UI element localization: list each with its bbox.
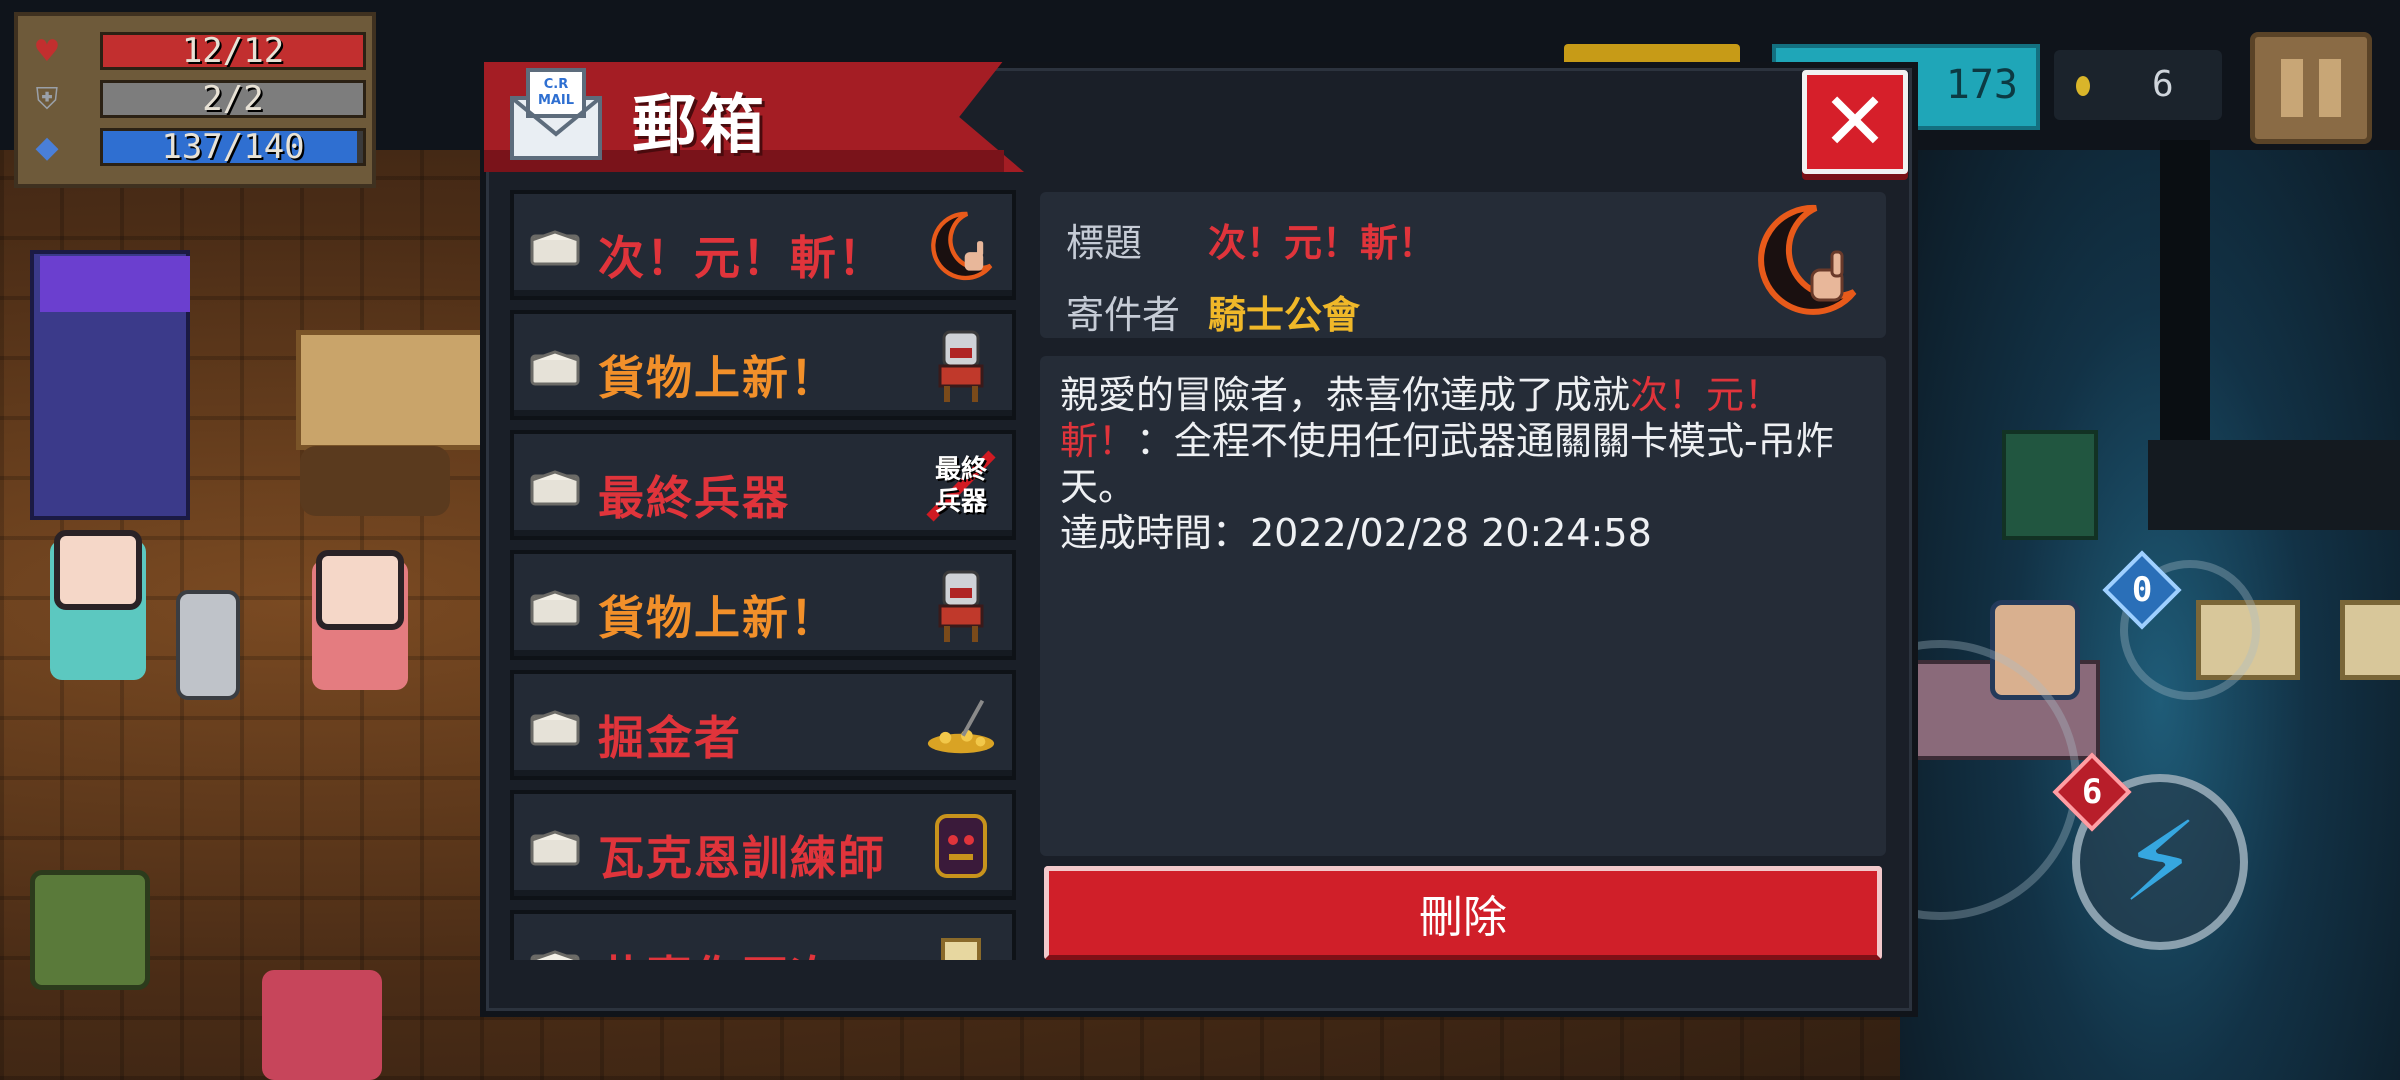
body-text-prefix: 親愛的冒險者，恭喜你達成了成就 — [1060, 373, 1631, 417]
subject-label: 標題 — [1066, 221, 1143, 265]
vending-sign — [40, 256, 190, 312]
energy-text: 137/140 — [161, 127, 305, 167]
pause-icon — [2281, 59, 2303, 117]
pause-icon-bar — [2319, 59, 2341, 117]
mail-list-item[interactable]: 恭喜你再次 — [510, 910, 1016, 960]
coin-icon — [2076, 76, 2090, 96]
envelope-icon — [530, 230, 580, 266]
scroll-icon — [924, 928, 998, 960]
pillar — [2160, 140, 2210, 440]
mail-item-label: 最終兵器 — [598, 471, 790, 525]
mail-list-item[interactable]: 最終兵器 最終兵器 — [510, 430, 1016, 540]
health-text: 12/12 — [181, 31, 285, 71]
envelope-icon — [530, 950, 580, 960]
body-text-suffix: ：全程不使用任何武器通關關卡模式-吊炸天。 — [1060, 419, 1834, 509]
mail-item-label: 貨物上新！ — [598, 351, 838, 405]
envelope-icon — [530, 830, 580, 866]
mail-item-label: 掘金者 — [598, 711, 742, 765]
envelope-icon — [530, 350, 580, 386]
npc-elder — [30, 870, 150, 990]
merchant-icon — [924, 568, 998, 644]
envelope-icon — [530, 710, 580, 746]
mail-item-label: 貨物上新！ — [598, 591, 838, 645]
mail-list-item[interactable]: 瓦克恩訓練師 — [510, 790, 1016, 900]
teal-cabinet — [2002, 430, 2098, 540]
mail-icon: C.R MAIL — [510, 68, 602, 160]
map-table — [296, 330, 486, 450]
mailbox-title: 郵箱 — [632, 89, 768, 163]
coin-count: 6 — [2152, 64, 2174, 105]
pause-button[interactable] — [2250, 32, 2372, 144]
crescent-blade-icon — [924, 208, 998, 284]
lightning-icon: ⚡ — [2121, 798, 2199, 926]
health-bar: 12/12 — [100, 31, 366, 71]
mail-item-label: 瓦克恩訓練師 — [598, 831, 886, 885]
coin-counter: 6 — [2054, 50, 2222, 120]
envelope-icon — [530, 590, 580, 626]
delete-button[interactable]: 刪除 — [1044, 866, 1882, 960]
barrels — [300, 446, 450, 516]
heart-icon: ♥ — [33, 33, 61, 69]
armor-text: 2/2 — [202, 79, 264, 119]
energy-diamond-icon: ◆ — [35, 129, 59, 165]
mail-list-item[interactable]: 貨物上新！ — [510, 310, 1016, 420]
body-highlight-1: 次！元！ — [1630, 373, 1783, 417]
envelope-icon — [530, 470, 580, 506]
mail-body: 親愛的冒險者，恭喜你達成了成就次！元！ 斬！：全程不使用任何武器通關關卡模式-吊… — [1040, 356, 1886, 856]
skill-cost-value: 6 — [2081, 771, 2103, 812]
body-highlight-2: 斬！ — [1060, 419, 1137, 463]
npc-girl-1-head — [54, 530, 142, 610]
ultimate-weapon-icon: 最終兵器 — [924, 448, 998, 524]
armor-bar: 2/2 — [100, 79, 366, 119]
notice-board-2 — [2340, 600, 2400, 680]
energy-row: ◆ 137/140 — [30, 126, 370, 168]
mail-item-label: 次！元！斬！ — [598, 231, 886, 285]
ultimate-weapon-text: 最終兵器 — [934, 455, 987, 517]
mail-list-item[interactable]: 次！元！斬！ — [510, 190, 1016, 300]
crescent-blade-icon — [1758, 204, 1857, 315]
sender-label: 寄件者 — [1066, 293, 1181, 337]
gold-pile-icon — [924, 688, 998, 764]
health-row: ♥ 12/12 — [30, 30, 370, 72]
mail-item-label: 恭喜你再次 — [598, 942, 838, 960]
energy-bar: 137/140 — [100, 127, 366, 167]
svg-text:MAIL: MAIL — [538, 93, 574, 108]
skill-charge-value: 0 — [2131, 569, 2153, 610]
mail-list-item[interactable]: 貨物上新！ — [510, 550, 1016, 660]
armor-row: ⛨ 2/2 — [30, 78, 370, 120]
dark-wall-right — [2148, 440, 2400, 530]
gem-count: 173 — [1945, 62, 2018, 108]
close-icon: ✕ — [1821, 75, 1889, 168]
player-stats-panel: ♥ 12/12 ⛨ 2/2 ◆ 137/140 — [14, 12, 376, 188]
mail-list-item[interactable]: 掘金者 — [510, 670, 1016, 780]
npc-girl-2-head — [316, 550, 404, 630]
game-screen: ♥ 12/12 ⛨ 2/2 ◆ 137/140 173 6 ⚡ 0 6 C.R … — [0, 0, 2400, 1080]
svg-text:C.R: C.R — [544, 77, 569, 92]
npc-antlers — [262, 970, 382, 1080]
trainer-icon — [924, 808, 998, 884]
shield-icon: ⛨ — [35, 81, 59, 117]
subject-value: 次！元！斬！ — [1208, 221, 1437, 265]
merchant-icon — [924, 328, 998, 404]
close-button[interactable]: ✕ — [1802, 70, 1908, 174]
sender-value: 騎士公會 — [1208, 293, 1361, 337]
achievement-time: 達成時間：2022/02/28 20:24:58 — [1060, 511, 1652, 555]
npc-robot — [176, 590, 240, 700]
mail-list[interactable]: 次！元！斬！貨物上新！最終兵器最終兵器貨物上新！掘金者瓦克恩訓練師恭喜你再次 — [510, 190, 1018, 960]
